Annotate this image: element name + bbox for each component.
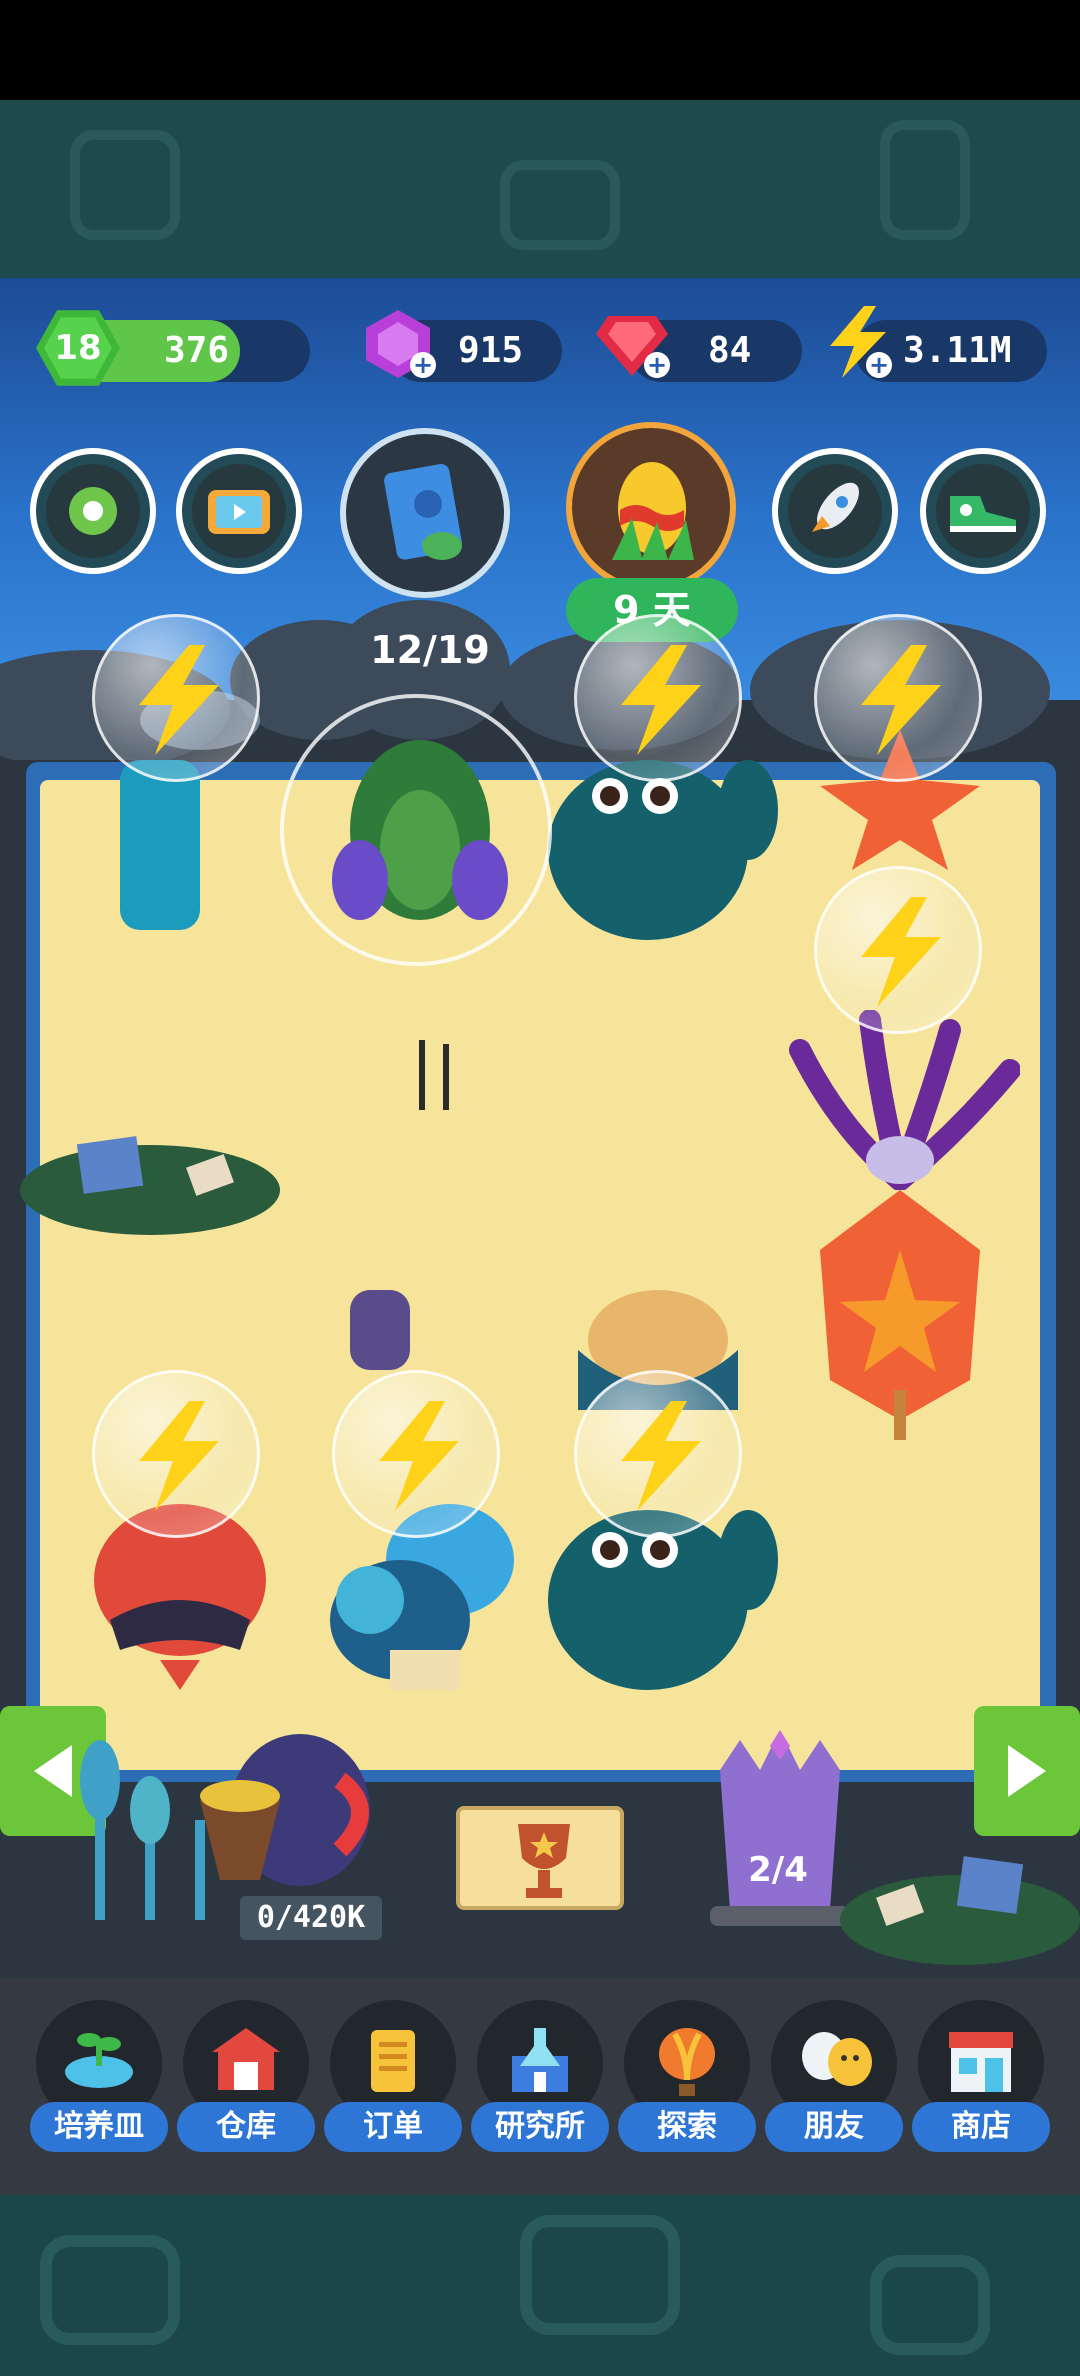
sneaker-button[interactable] [920,448,1046,574]
arrow-right-icon [1008,1745,1046,1797]
trash-pile-right[interactable] [840,1840,1080,1970]
status-bar [0,0,1080,100]
warehouse-icon [212,2028,280,2090]
top-decoration [0,100,1080,278]
add-gems-icon[interactable]: + [410,352,436,378]
nav-friends[interactable]: 朋友 [765,2000,903,2170]
nav-explore[interactable]: 探索 [618,2000,756,2170]
settings-button[interactable] [30,448,156,574]
friends-icon [802,2032,872,2086]
lightning-icon [139,1401,219,1511]
nav-label: 探索 [618,2102,756,2152]
rubies-value: 84 [708,330,752,371]
lightning-icon [621,1401,701,1511]
orders-icon [371,2030,415,2092]
nav-shop[interactable]: 商店 [912,2000,1050,2170]
next-garden-button[interactable] [974,1706,1080,1836]
tower-count: 2/4 [748,1850,808,1890]
selection-ring [280,694,552,966]
tv-icon [208,490,270,534]
energy-bubble[interactable] [574,1370,742,1538]
research-lab-icon [512,2028,568,2092]
video-reward-button[interactable] [176,448,302,574]
nav-research-lab[interactable]: 研究所 [471,2000,609,2170]
bottom-decoration [0,2195,1080,2376]
energy-value: 3.11M [903,330,1012,371]
rocket-button[interactable] [772,448,898,574]
growth-counter: 12/19 [370,628,490,672]
starfish-tree[interactable] [820,1190,980,1440]
nav-petri-dish[interactable]: 培养皿 [30,2000,168,2170]
energy-bubble[interactable] [574,614,742,782]
nav-label: 朋友 [765,2102,903,2152]
lightning-icon [621,645,701,755]
nav-warehouse[interactable]: 仓库 [177,2000,315,2170]
nav-label: 订单 [324,2102,462,2152]
petri-dish-icon [65,2033,133,2088]
gear-icon [69,487,117,535]
add-rubies-icon[interactable]: + [644,352,670,378]
xp-value: 376 [164,330,230,371]
sneaker-icon [950,496,1016,532]
add-energy-icon[interactable]: + [866,352,892,378]
energy-bubble[interactable] [814,866,982,1034]
gems-value: 915 [458,330,524,371]
nav-label: 研究所 [471,2102,609,2152]
purple-tower[interactable] [700,1730,860,1930]
egg-icon [612,462,694,560]
merchant-creature[interactable] [190,1710,380,1900]
shop-icon [949,2032,1013,2092]
lightning-icon [861,645,941,755]
trophy-icon [518,1824,570,1898]
energy-bubble[interactable] [332,1370,500,1538]
lightning-icon [861,897,941,1007]
energy-bubble[interactable] [92,614,260,782]
hot-air-balloon-icon [659,2028,715,2096]
merchant-progress: 0/420K [240,1896,382,1940]
purple-coral[interactable] [780,1010,1020,1190]
egg-incubator-button[interactable] [566,422,736,592]
energy-bubble[interactable] [92,1370,260,1538]
trophy-button[interactable] [456,1806,624,1910]
book-icon [384,464,462,560]
lightning-icon [379,1401,459,1511]
nav-label: 仓库 [177,2102,315,2152]
trash-pile-left[interactable] [20,1120,280,1240]
nav-orders[interactable]: 订单 [324,2000,462,2170]
collection-book-button[interactable] [340,428,510,598]
nav-label: 商店 [912,2102,1050,2152]
lightning-icon [139,645,219,755]
rocket-icon [812,482,859,532]
nav-label: 培养皿 [30,2102,168,2152]
seedling-sprout[interactable] [405,1030,465,1110]
energy-bubble[interactable] [814,614,982,782]
